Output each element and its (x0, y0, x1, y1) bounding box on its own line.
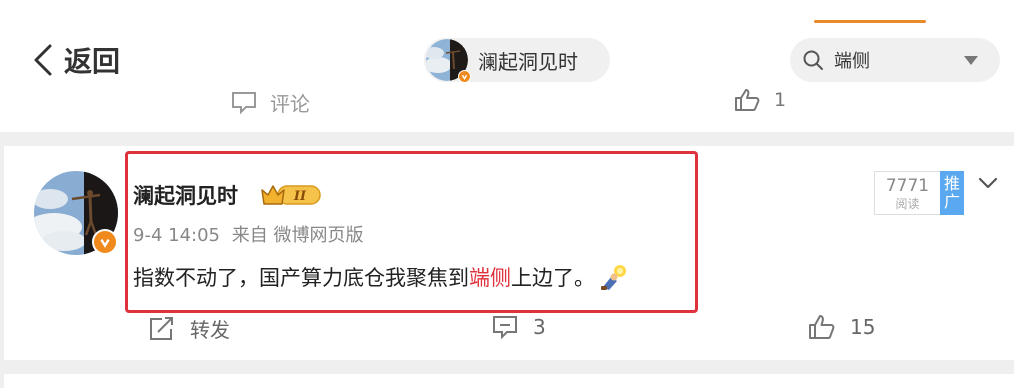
top-tab-indicator (814, 20, 926, 23)
post-timestamp[interactable]: 9-4 14:05 (133, 225, 220, 246)
back-label: 返回 (64, 45, 121, 78)
like-icon (809, 315, 835, 339)
back-button[interactable]: 返回 (30, 40, 120, 80)
comment-button[interactable]: 3 (491, 314, 546, 340)
emoji-icon (601, 265, 626, 290)
vip-level: II (293, 189, 307, 204)
author-pill[interactable]: 澜起洞见时 (424, 38, 610, 83)
post-text-before: 指数不动了，国产算力底仓我聚焦到 (133, 266, 469, 290)
like-icon (735, 89, 760, 111)
prev-comment-label: 评论 (270, 92, 310, 116)
more-chevron-icon[interactable] (978, 176, 998, 190)
search-keyword: 端侧 (469, 266, 511, 290)
prev-like-count: 1 (774, 89, 787, 111)
repost-button[interactable]: 转发 (148, 314, 230, 343)
like-count: 15 (850, 315, 876, 339)
comment-count: 3 (533, 315, 546, 339)
post-author-name[interactable]: 澜起洞见时 (133, 180, 238, 210)
repost-icon (150, 316, 173, 340)
avatar[interactable] (34, 171, 118, 255)
verified-badge-icon (92, 229, 118, 255)
read-count-box: 7771 阅读 (874, 171, 940, 215)
post-text-after: 上边了。 (511, 266, 595, 290)
read-count: 7771 (885, 176, 930, 196)
post-source: 来自 微博网页版 (231, 225, 364, 246)
like-button[interactable]: 15 (808, 314, 875, 340)
avatar (426, 39, 471, 83)
vip-crown-icon[interactable]: II (260, 182, 322, 208)
search-input[interactable]: 端侧 (790, 38, 1000, 82)
back-chevron-icon (34, 44, 52, 76)
previous-post-actions: 评论 1 (0, 86, 1014, 126)
prev-like-button[interactable]: 1 (734, 88, 786, 112)
repost-label: 转发 (190, 318, 230, 342)
dropdown-caret-icon[interactable] (964, 55, 978, 65)
comment-icon (493, 316, 517, 340)
search-value: 端侧 (834, 51, 870, 72)
promote-button[interactable]: 推广 (940, 171, 964, 215)
search-icon (803, 50, 823, 70)
post-meta: 9-4 14:05 来自 微博网页版 (133, 221, 363, 247)
post-text: 指数不动了，国产算力底仓我聚焦到端侧上边了。 (133, 262, 629, 292)
prev-comment-button[interactable]: 评论 (230, 88, 310, 117)
verified-badge-icon (458, 70, 471, 83)
next-post-card (4, 374, 1014, 388)
read-label: 阅读 (895, 197, 920, 211)
pill-author-name: 澜起洞见时 (478, 49, 578, 74)
comment-icon (232, 91, 256, 114)
